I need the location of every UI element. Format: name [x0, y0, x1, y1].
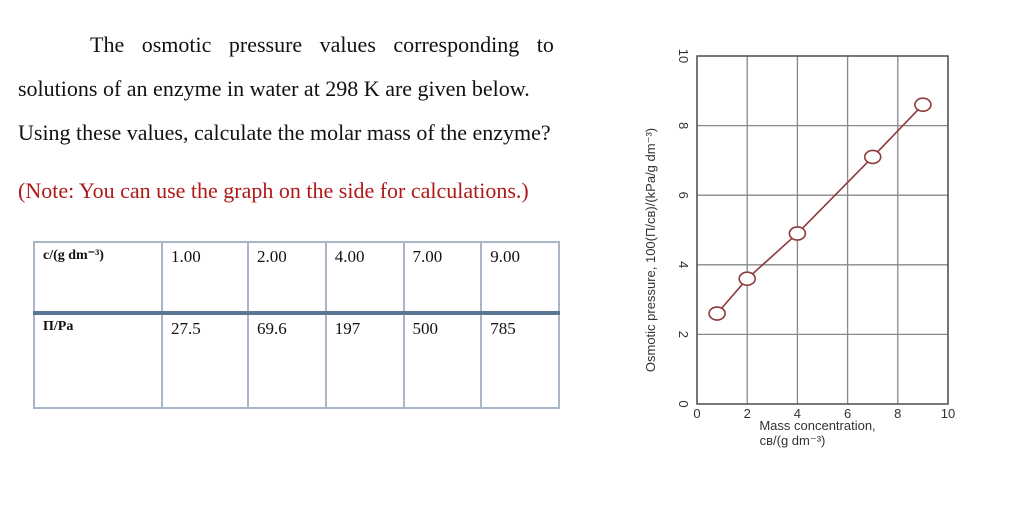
y-axis-label: Osmotic pressure, 100(Π/cʙ)/(kPa/g dm⁻³) — [643, 128, 658, 372]
x-tick-label: 8 — [894, 406, 901, 421]
cell: 2.00 — [247, 241, 327, 314]
row-header-concentration: c/(g dm⁻³) — [33, 241, 163, 314]
data-point — [788, 226, 807, 241]
note-text: (Note: You can use the graph on the side… — [18, 178, 529, 203]
y-tick-label: 2 — [676, 331, 691, 338]
y-tick-label: 0 — [676, 400, 691, 407]
y-tick-label: 6 — [676, 192, 691, 199]
x-tick-label: 0 — [693, 406, 700, 421]
cell: 69.6 — [247, 311, 327, 409]
cell: 785 — [480, 311, 560, 409]
cell: 27.5 — [161, 311, 249, 409]
grid — [696, 55, 949, 405]
y-tick-label: 8 — [676, 122, 691, 129]
table-row-concentration: c/(g dm⁻³) 1.00 2.00 4.00 7.00 9.00 — [33, 241, 560, 314]
data-point — [738, 271, 756, 287]
question-line-3: Using these values, calculate the molar … — [18, 120, 551, 145]
data-point — [914, 97, 932, 113]
x-axis-label-line-1: Mass concentration, — [759, 418, 875, 433]
data-table: c/(g dm⁻³) 1.00 2.00 4.00 7.00 9.00 Π/Pa… — [33, 241, 560, 409]
y-ticks: 0 2 4 6 8 10 — [676, 49, 691, 408]
cell: 197 — [324, 311, 405, 409]
x-tick-label: 10 — [941, 406, 955, 421]
cell: 7.00 — [402, 241, 483, 314]
cell: 4.00 — [324, 241, 405, 314]
data-point — [708, 306, 726, 321]
row-header-pressure: Π/Pa — [33, 311, 163, 409]
y-tick-label: 4 — [676, 261, 691, 268]
table-row-pressure: Π/Pa 27.5 69.6 197 500 785 — [33, 311, 560, 409]
question-line-2: solutions of an enzyme in water at 298 K… — [18, 76, 530, 101]
cell: 1.00 — [161, 241, 249, 314]
question-line-1: The osmotic pressure values correspondin… — [90, 32, 554, 57]
y-tick-label: 10 — [676, 49, 691, 63]
x-axis-label-line-2: cʙ/(g dm⁻³) — [760, 433, 826, 448]
cell: 500 — [402, 311, 483, 409]
cell: 9.00 — [480, 241, 560, 314]
x-tick-label: 2 — [744, 406, 751, 421]
plot-frame — [696, 55, 949, 405]
osmotic-pressure-chart: 0 2 4 6 8 10 0 2 4 6 8 10 Mass concentration, cʙ/(… — [643, 49, 955, 448]
data-point — [863, 149, 882, 165]
